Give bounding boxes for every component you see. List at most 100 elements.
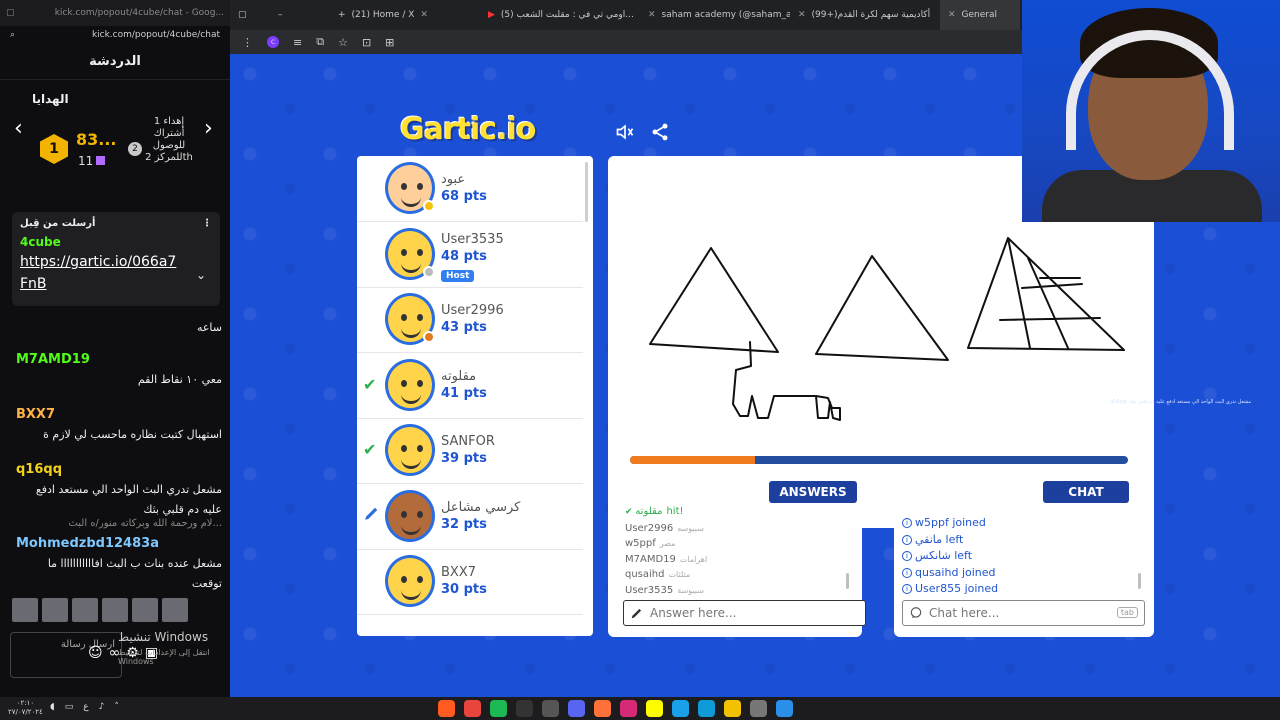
snapchat-icon[interactable] bbox=[646, 700, 663, 717]
minimize-icon[interactable]: – bbox=[278, 10, 283, 20]
chat-username[interactable]: M7AMD19 bbox=[16, 352, 90, 367]
tab-answers[interactable]: ANSWERS bbox=[769, 481, 857, 503]
external-icon[interactable]: ⧉ bbox=[316, 35, 324, 49]
player-name: عبود bbox=[441, 172, 466, 187]
drawn-triangle bbox=[815, 255, 949, 361]
player-points: 30 pts bbox=[441, 582, 487, 597]
player-row[interactable]: كرسي مشاعل 32 pts bbox=[357, 484, 583, 550]
files-icon[interactable] bbox=[724, 700, 741, 717]
close-icon[interactable]: ✕ bbox=[420, 10, 428, 20]
tab-chat[interactable]: CHAT bbox=[1043, 481, 1129, 503]
edge-icon[interactable] bbox=[698, 700, 715, 717]
windows-activation-sub: انتقل إلى الإعدادات لتنشيط Windows bbox=[118, 648, 210, 666]
more-icon[interactable]: ⋮ bbox=[202, 218, 212, 229]
volume-icon[interactable]: ◖ bbox=[50, 702, 55, 712]
player-points: 48 pts bbox=[441, 248, 487, 264]
photos-icon[interactable] bbox=[672, 700, 689, 717]
player-list: عبود 68 pts User3535 48 pts Host User2996 43 p… bbox=[357, 156, 593, 636]
close-icon[interactable]: ✕ bbox=[648, 10, 656, 20]
player-row[interactable]: عبود 68 pts bbox=[357, 156, 583, 222]
avatar bbox=[42, 598, 68, 622]
round-timer bbox=[630, 456, 1128, 464]
chat-event-type: joined bbox=[964, 582, 999, 595]
close-icon[interactable]: ✕ bbox=[798, 10, 806, 20]
start-icon[interactable] bbox=[776, 700, 793, 717]
info-icon: i bbox=[902, 584, 912, 594]
tune-icon[interactable]: ≡ bbox=[293, 36, 302, 49]
kick-chat-window: ▢ kick.com/popout/4cube/chat - Goog... ⌕… bbox=[0, 0, 230, 697]
screenshot-icon[interactable]: ⊡ bbox=[362, 36, 371, 49]
emoji-icon[interactable]: ☺ bbox=[88, 645, 103, 661]
player-row[interactable]: User2996 43 pts bbox=[357, 287, 583, 353]
player-row[interactable]: SANFOR 39 pts ✔ bbox=[357, 418, 583, 484]
language-indicator[interactable]: ع bbox=[83, 702, 88, 712]
chevron-up-icon[interactable]: ˄ bbox=[114, 702, 119, 712]
tab-label: saham academy (@saham_ac... bbox=[661, 10, 790, 20]
left-url: kick.com/popout/4cube/chat bbox=[91, 30, 220, 40]
chat-username[interactable]: BXX7 bbox=[16, 407, 55, 422]
browser-tab[interactable]: ✕ saham academy (@saham_ac... bbox=[640, 0, 790, 30]
share-icon[interactable] bbox=[650, 122, 670, 142]
browser-tab[interactable]: ▶ (5) اومي تي في : مقلبت الشعب... bbox=[480, 0, 640, 30]
answer-row: qusaihd مثلثات bbox=[625, 567, 849, 583]
browser-tab-active[interactable]: ✕ General bbox=[940, 0, 1020, 30]
drawn-triangle bbox=[649, 247, 779, 353]
spotify-icon[interactable] bbox=[490, 700, 507, 717]
chat-message-text: ...لام ورحمة الله وبركاته منور/ه البث bbox=[68, 518, 222, 529]
network-icon[interactable]: ▭ bbox=[65, 702, 74, 712]
chat-username[interactable]: Mohmedzbd12483a bbox=[16, 536, 159, 551]
chat-username[interactable]: q16qq bbox=[16, 462, 62, 477]
left-window-urlbar[interactable]: ⌕ kick.com/popout/4cube/chat bbox=[0, 26, 230, 44]
player-row[interactable]: User3535 48 pts Host bbox=[357, 222, 583, 288]
gartic-logo: Gartic.io bbox=[400, 112, 536, 147]
chat-header: الدردشة bbox=[0, 44, 230, 80]
player-row[interactable]: BXX7 30 pts bbox=[357, 549, 583, 615]
speaker-icon[interactable] bbox=[614, 122, 636, 142]
chrome-icon[interactable] bbox=[464, 700, 481, 717]
firefox-icon[interactable] bbox=[594, 700, 611, 717]
menu-icon[interactable]: ⋮ bbox=[242, 36, 253, 49]
obs-icon[interactable] bbox=[542, 700, 559, 717]
capture-icon[interactable]: ⊞ bbox=[385, 36, 394, 49]
taskbar-clock[interactable]: ٠٢:١٠ ٢٧/٠٧/٢٠٢٤ bbox=[8, 699, 43, 717]
star-icon[interactable]: ☆ bbox=[338, 36, 348, 49]
extension-icon[interactable]: c bbox=[267, 36, 279, 48]
chevron-left-icon[interactable]: ‹ bbox=[14, 116, 23, 141]
avatar bbox=[102, 598, 128, 622]
close-icon[interactable]: ✕ bbox=[948, 10, 956, 20]
webcam-overlay bbox=[1022, 0, 1280, 222]
answer-row: ✔ مقلوته hit! bbox=[625, 504, 849, 521]
chat-message-text: استهبال كتبت نظاره ماحسب لي لازم ة bbox=[43, 428, 222, 441]
chevron-down-icon[interactable]: ⌄ bbox=[196, 268, 206, 282]
chat-event-user: User855 bbox=[915, 582, 965, 595]
chat-event-row: i w5ppf joined bbox=[902, 515, 1142, 532]
browser-tab[interactable]: + (21) Home / X ✕ bbox=[330, 0, 480, 30]
chat-event-user: qusaihd bbox=[915, 565, 962, 579]
answer-input[interactable]: Answer here... bbox=[623, 600, 866, 626]
pinned-link[interactable]: https://gartic.io/066a7FnB bbox=[20, 251, 180, 295]
tab-search-icon[interactable]: ▢ bbox=[230, 0, 270, 30]
terminal-icon[interactable] bbox=[516, 700, 533, 717]
scrollbar[interactable] bbox=[846, 573, 849, 589]
system-tray: ◖ ▭ ع ♪ ˄ bbox=[50, 702, 119, 712]
avatar bbox=[12, 598, 38, 622]
browser-tab[interactable]: ✕ (99+)أكاديمية سهم لكرة القدم bbox=[790, 0, 940, 30]
answer-word: سبيوسه bbox=[677, 523, 704, 533]
discord-icon[interactable] bbox=[568, 700, 585, 717]
gifts-label: الهدايا bbox=[32, 92, 69, 106]
chat-event-user: مانقي bbox=[915, 532, 946, 546]
chat-message-text: ساعه bbox=[196, 321, 222, 334]
player-row[interactable]: مقلوته 41 pts ✔ bbox=[357, 353, 583, 419]
x-logo-icon: + bbox=[338, 10, 346, 20]
chat-event-type: left bbox=[945, 532, 964, 546]
chat-input[interactable]: Chat here... tab bbox=[902, 600, 1145, 626]
mic-icon[interactable]: ♪ bbox=[99, 702, 105, 712]
gift-icon bbox=[96, 156, 105, 165]
instagram-icon[interactable] bbox=[620, 700, 637, 717]
chevron-right-icon[interactable]: › bbox=[204, 116, 213, 141]
window-title: kick.com/popout/4cube/chat - Goog... bbox=[54, 8, 224, 18]
brave-icon[interactable] bbox=[438, 700, 455, 717]
scrollbar[interactable] bbox=[585, 162, 588, 222]
scrollbar[interactable] bbox=[1138, 573, 1141, 589]
window-icon[interactable] bbox=[750, 700, 767, 717]
